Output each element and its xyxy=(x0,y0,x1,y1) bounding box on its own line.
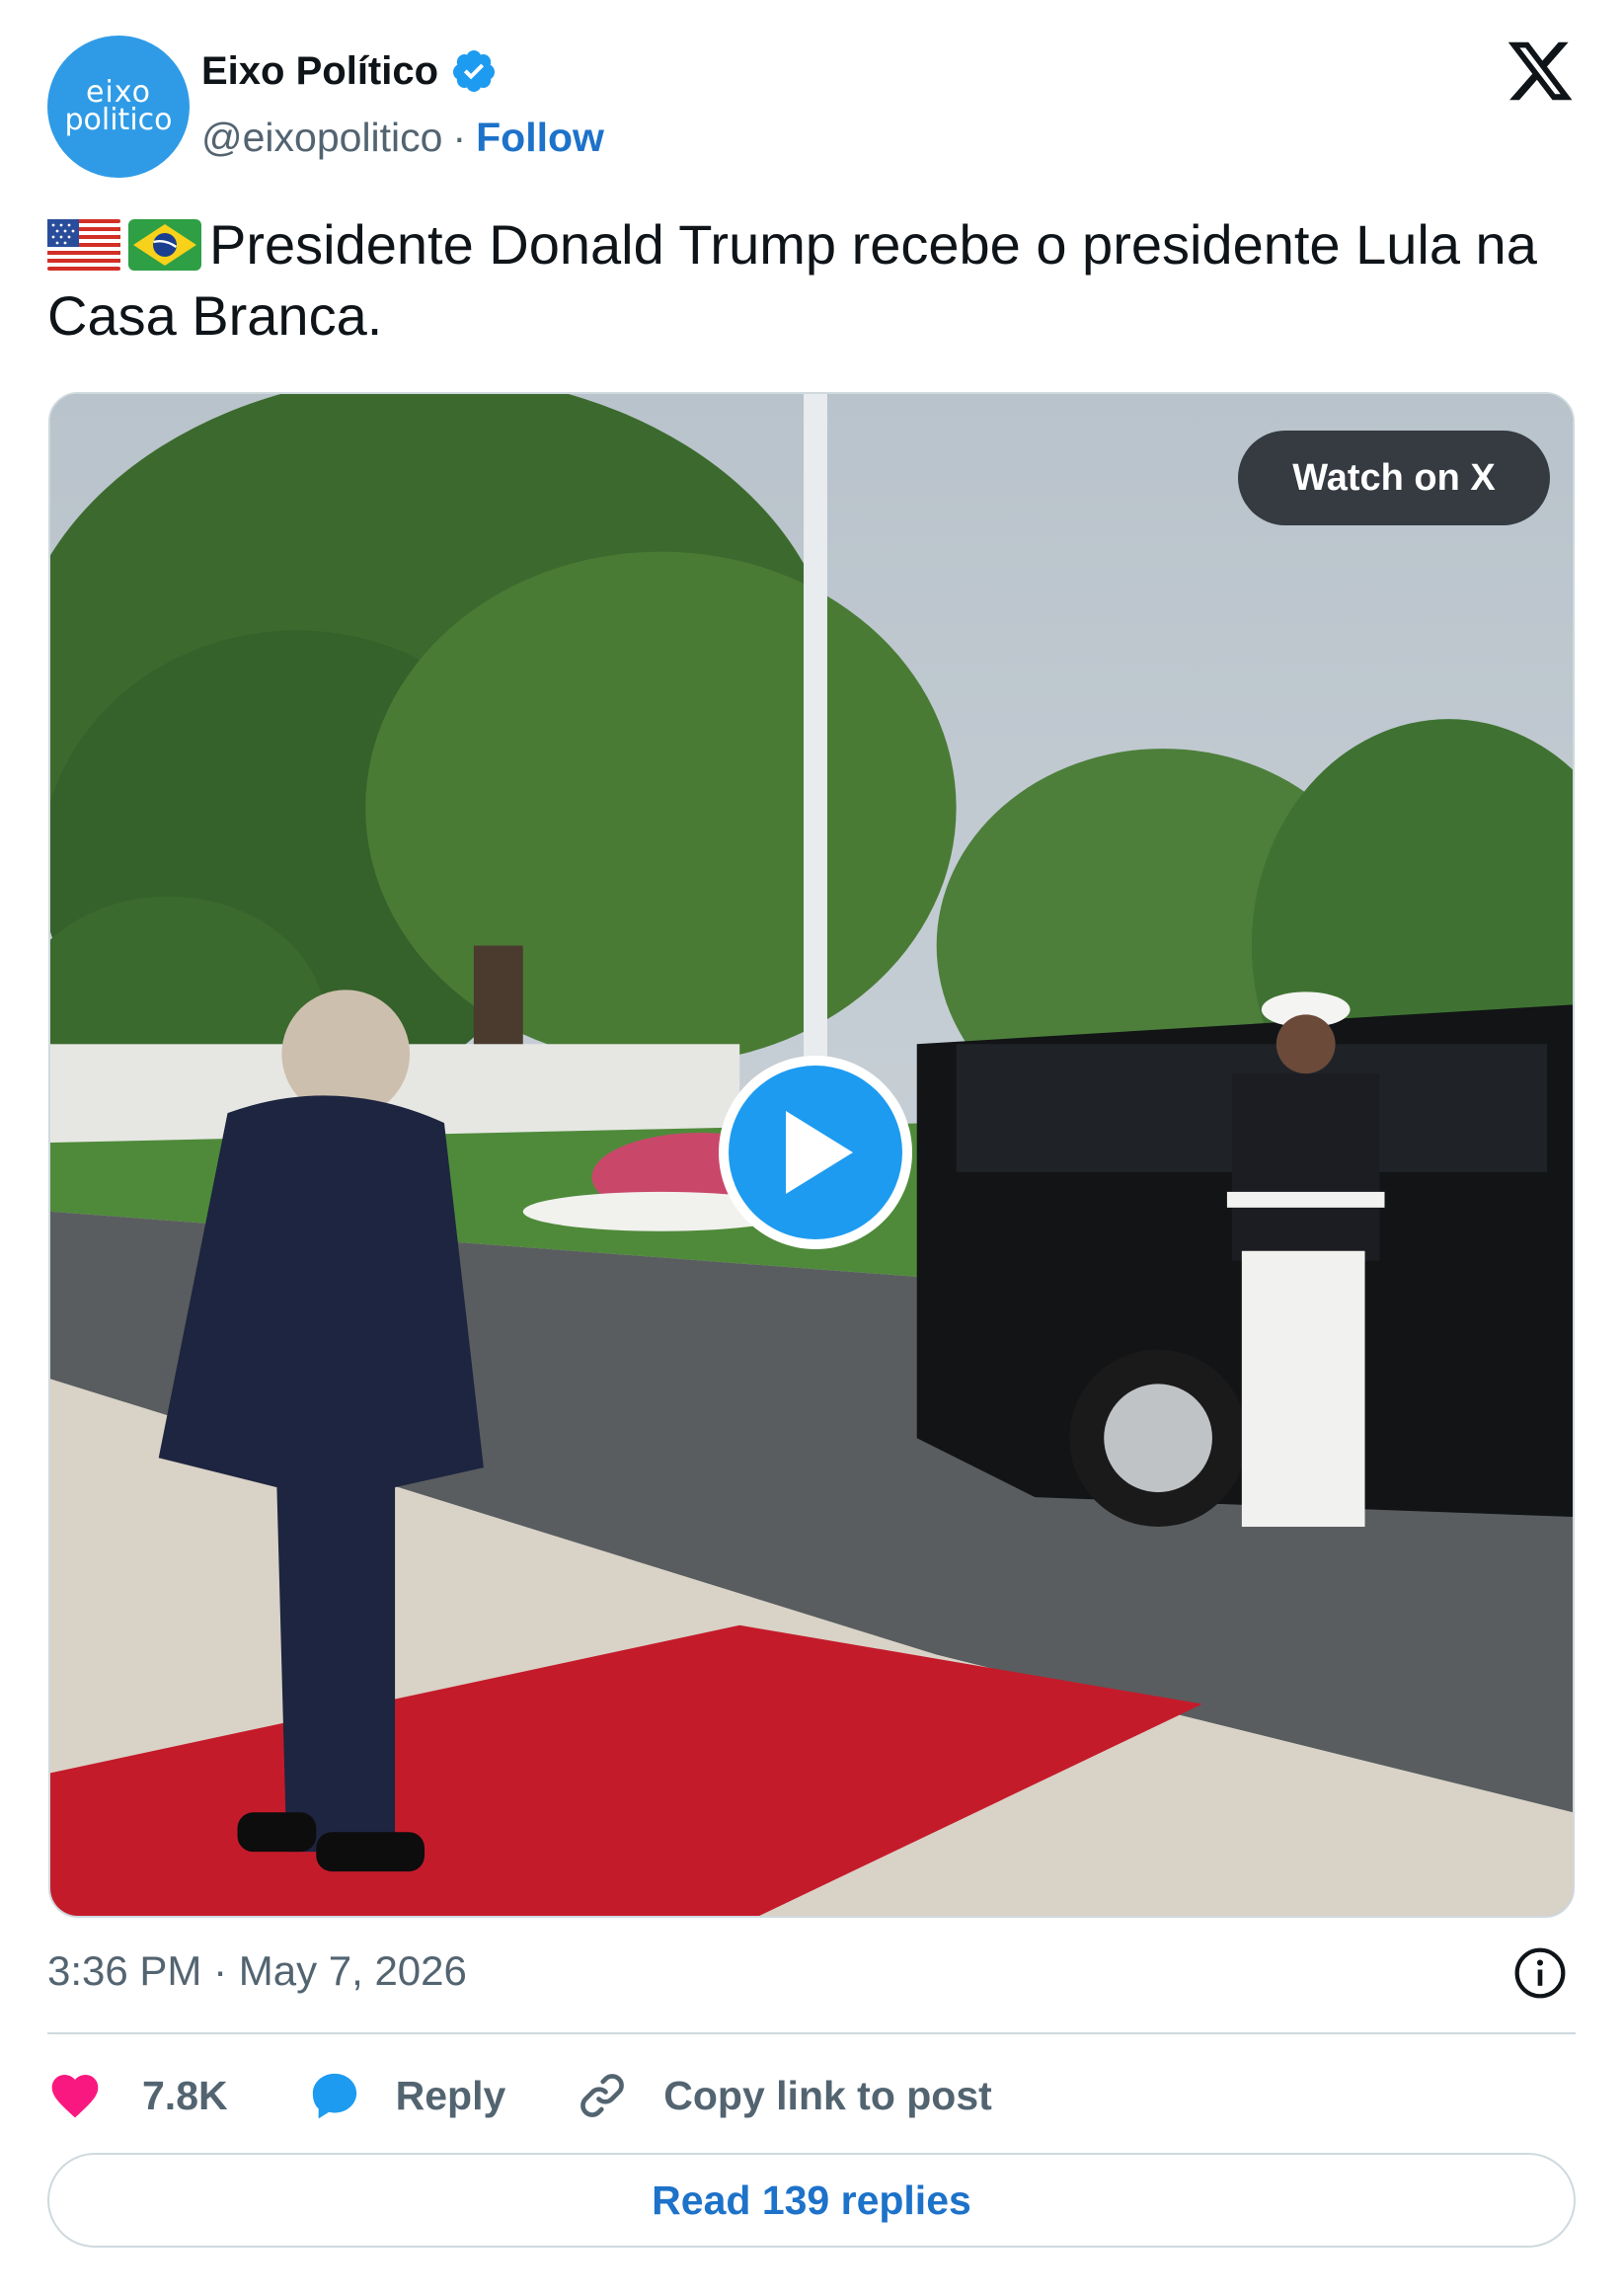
footer-divider xyxy=(47,2032,1576,2034)
post-text: Presidente Donald Trump recebe o preside… xyxy=(47,213,1537,347)
avatar-text-line2: politico xyxy=(64,103,173,137)
post-timestamp[interactable]: 3:36 PM · May 7, 2026 xyxy=(47,1947,467,1995)
brazil-flag-icon xyxy=(128,219,201,272)
embedded-post-card: eixo politico Eixo Político @eixopolitic… xyxy=(0,0,1623,2296)
handle-separator: · xyxy=(452,115,467,160)
author-avatar[interactable]: eixo politico xyxy=(47,36,190,178)
us-flag-icon xyxy=(47,219,120,272)
post-text-block: Presidente Donald Trump recebe o preside… xyxy=(47,209,1587,352)
play-icon xyxy=(786,1111,853,1194)
copy-link-label: Copy link to post xyxy=(663,2072,992,2118)
heart-icon xyxy=(51,2075,99,2118)
handle-row: @eixopolitico · Follow xyxy=(201,115,604,161)
action-bar: 7.8K Reply Copy link to post xyxy=(47,2064,992,2127)
like-count: 7.8K xyxy=(142,2072,228,2118)
play-button-circle xyxy=(729,1066,902,1239)
reply-bubble-icon xyxy=(312,2073,356,2119)
reply-label: Reply xyxy=(395,2072,506,2118)
reply-button[interactable]: Reply xyxy=(307,2068,506,2123)
read-replies-button[interactable]: Read 139 replies xyxy=(47,2153,1576,2248)
author-name[interactable]: Eixo Político xyxy=(201,49,438,94)
link-icon xyxy=(580,2074,625,2117)
author-handle[interactable]: @eixopolitico xyxy=(201,115,442,161)
video-media[interactable]: Watch on X xyxy=(48,392,1575,1918)
verified-badge-icon xyxy=(453,50,496,92)
author-name-row[interactable]: Eixo Político xyxy=(201,47,498,95)
info-icon[interactable] xyxy=(1512,1945,1568,2001)
like-button[interactable]: 7.8K xyxy=(47,2068,228,2123)
x-logo-icon[interactable] xyxy=(1505,36,1576,107)
watch-on-x-button[interactable]: Watch on X xyxy=(1238,431,1550,525)
play-button[interactable] xyxy=(719,1056,912,1249)
copy-link-button[interactable]: Copy link to post xyxy=(575,2068,992,2123)
follow-button[interactable]: Follow xyxy=(476,115,604,161)
